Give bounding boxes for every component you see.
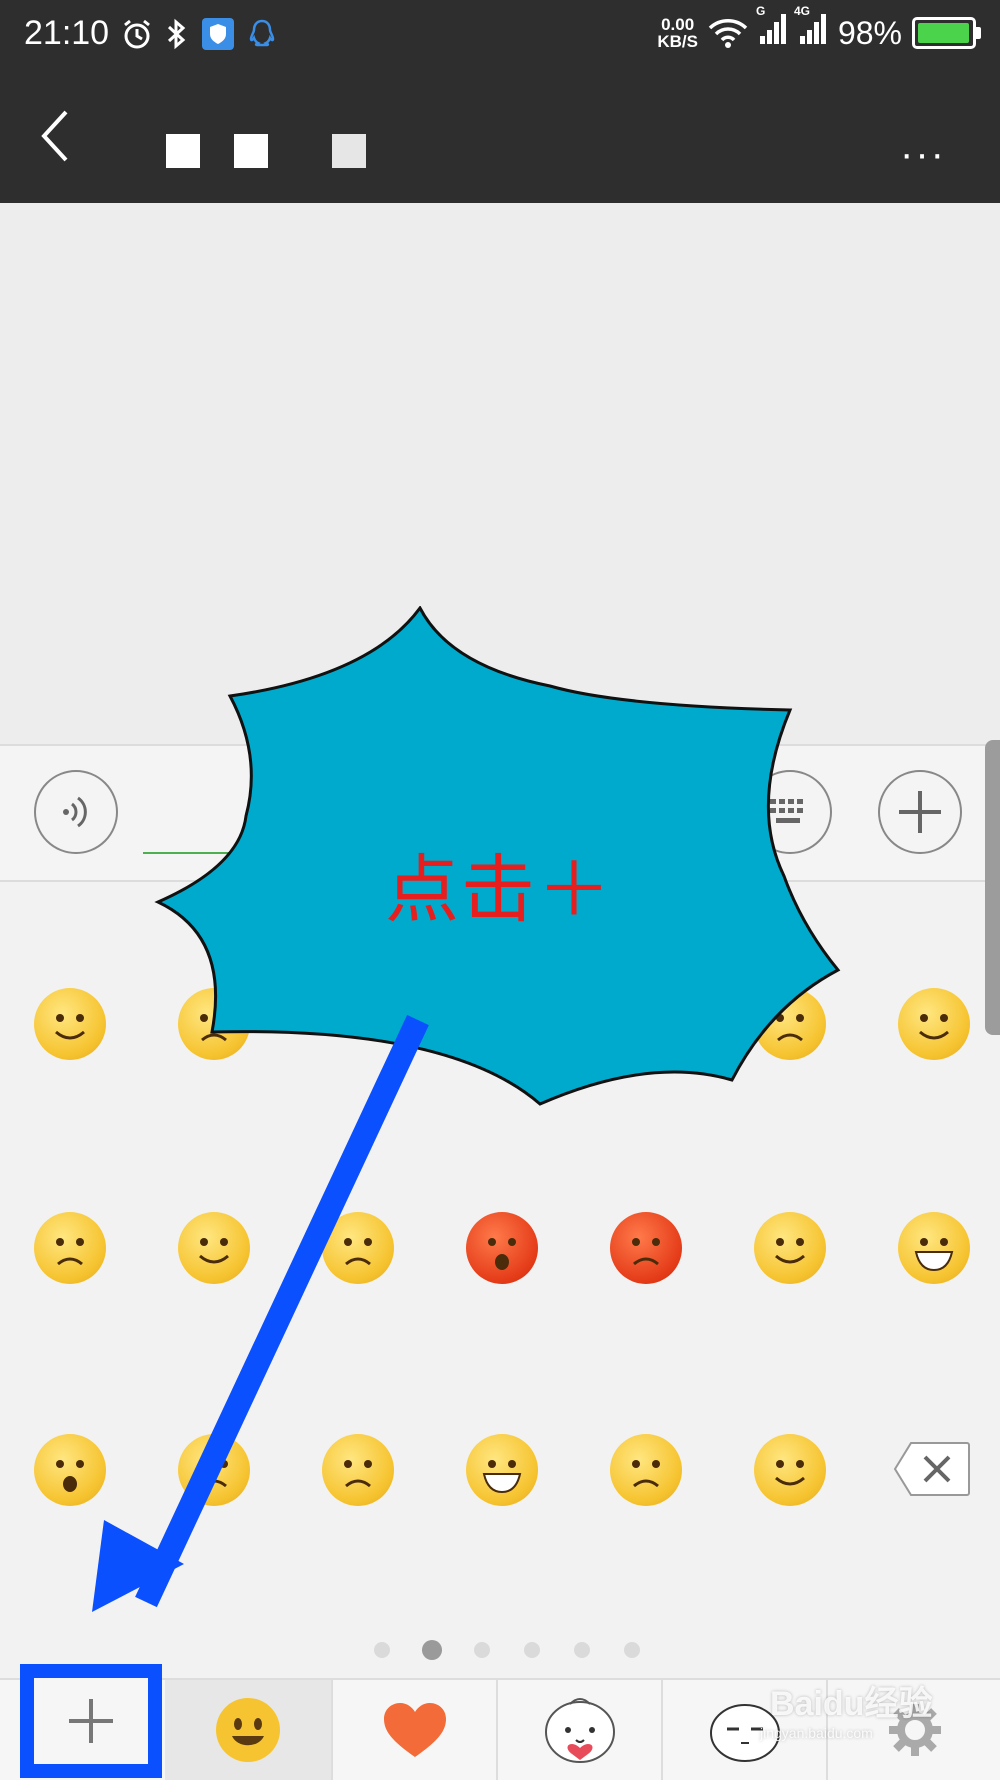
emoji-key[interactable] xyxy=(610,1212,682,1284)
signal-2: 4G xyxy=(794,4,828,54)
emoji-key[interactable] xyxy=(466,1212,538,1284)
emoji-key[interactable] xyxy=(754,1434,826,1506)
status-right-icons: 0.00 KB/S G 4G 98% xyxy=(657,4,981,54)
bun-sticker-icon xyxy=(544,1698,615,1763)
redacted-name-block xyxy=(332,134,366,168)
battery-fill xyxy=(918,23,969,43)
redacted-name-block xyxy=(234,134,268,168)
page-dot[interactable] xyxy=(524,1642,540,1658)
tab-emoji[interactable] xyxy=(165,1680,333,1780)
page-dot[interactable] xyxy=(574,1642,590,1658)
page-dot[interactable] xyxy=(474,1642,490,1658)
wifi-icon xyxy=(708,19,748,48)
emoji-key[interactable] xyxy=(754,1212,826,1284)
scrollbar[interactable] xyxy=(985,740,1000,1035)
delete-key-icon[interactable] xyxy=(893,1441,971,1497)
qq-icon xyxy=(249,19,275,47)
emoji-face-icon xyxy=(488,1238,516,1270)
emoji-key[interactable] xyxy=(898,988,970,1060)
signal-2-label: 4G xyxy=(793,4,810,18)
voice-button[interactable] xyxy=(34,770,118,854)
status-time: 21:10 xyxy=(24,14,110,52)
heart-icon xyxy=(383,1703,446,1757)
tab-sticker-bun[interactable] xyxy=(498,1680,663,1780)
emoji-face-icon xyxy=(775,1460,805,1486)
shield-icon xyxy=(202,18,234,50)
emoji-face-icon xyxy=(919,1014,949,1040)
back-arrow-icon[interactable] xyxy=(38,108,72,164)
emoji-face-icon xyxy=(632,1238,660,1266)
emoji-face-icon xyxy=(482,1460,522,1494)
emoji-key[interactable] xyxy=(898,1212,970,1284)
emoji-key[interactable] xyxy=(466,1434,538,1506)
plus-icon xyxy=(899,791,941,833)
emoji-face-icon xyxy=(914,1238,954,1272)
signal-1-label: G xyxy=(755,4,766,18)
title-bar: ··· xyxy=(0,72,1000,203)
status-bar: 21:10 0.00 KB/S G 4G 98% xyxy=(0,0,1000,72)
page-dot[interactable] xyxy=(624,1642,640,1658)
emoji-key[interactable] xyxy=(610,1434,682,1506)
emoji-face-icon xyxy=(775,1238,805,1264)
redacted-name-block xyxy=(166,134,200,168)
plus-icon xyxy=(69,1699,113,1743)
voice-icon xyxy=(63,796,87,828)
more-button[interactable]: ··· xyxy=(900,132,946,177)
watermark: Baidu经验 jingyan.baidu.com xyxy=(760,1676,933,1741)
battery-icon xyxy=(912,17,981,49)
emoji-face-icon xyxy=(632,1460,660,1488)
watermark-brand: Baidu经验 xyxy=(770,1685,933,1723)
annotation-arrow xyxy=(92,1014,429,1612)
signal-1: G xyxy=(756,4,788,54)
net-speed-unit: KB/S xyxy=(657,32,698,51)
net-speed: 0.00 KB/S xyxy=(657,16,698,50)
alarm-icon xyxy=(124,19,150,49)
tab-favorites[interactable] xyxy=(333,1680,498,1780)
more-functions-plus-button[interactable] xyxy=(878,770,962,854)
battery-percent: 98% xyxy=(837,14,902,51)
callout-text: 点击＋ xyxy=(385,848,613,931)
watermark-url: jingyan.baidu.com xyxy=(760,1725,873,1741)
smiley-icon xyxy=(216,1698,280,1762)
status-left-icons xyxy=(122,18,276,50)
bluetooth-icon xyxy=(167,18,186,50)
tab-plus-highlighted[interactable] xyxy=(20,1664,162,1778)
